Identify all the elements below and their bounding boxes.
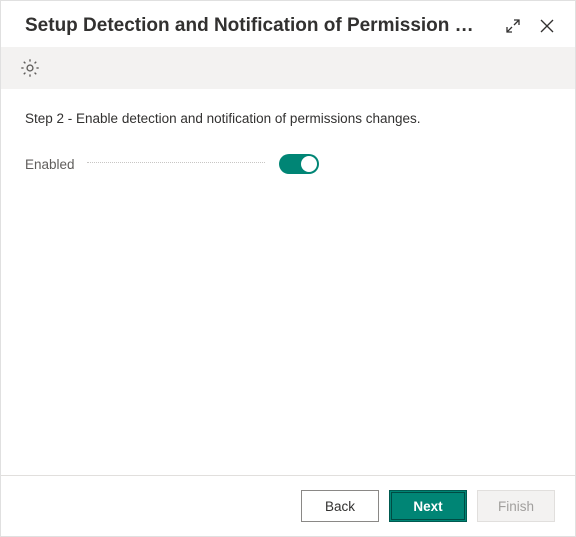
content-area: Step 2 - Enable detection and notificati… [1, 89, 575, 196]
header-controls [503, 16, 557, 36]
close-icon[interactable] [537, 16, 557, 36]
finish-button: Finish [477, 490, 555, 522]
expand-icon[interactable] [503, 16, 523, 36]
toolbar [1, 47, 575, 89]
enabled-toggle[interactable] [279, 154, 319, 174]
field-dots [87, 162, 265, 163]
dialog-footer: Back Next Finish [1, 475, 575, 536]
next-button[interactable]: Next [389, 490, 467, 522]
gear-icon[interactable] [19, 57, 41, 79]
enabled-label: Enabled [25, 157, 83, 172]
dialog-header: Setup Detection and Notification of Perm… [1, 1, 575, 47]
dialog-title: Setup Detection and Notification of Perm… [25, 15, 491, 37]
back-button[interactable]: Back [301, 490, 379, 522]
enabled-field-row: Enabled [25, 154, 551, 174]
step-description: Step 2 - Enable detection and notificati… [25, 111, 551, 126]
toggle-knob [301, 156, 317, 172]
